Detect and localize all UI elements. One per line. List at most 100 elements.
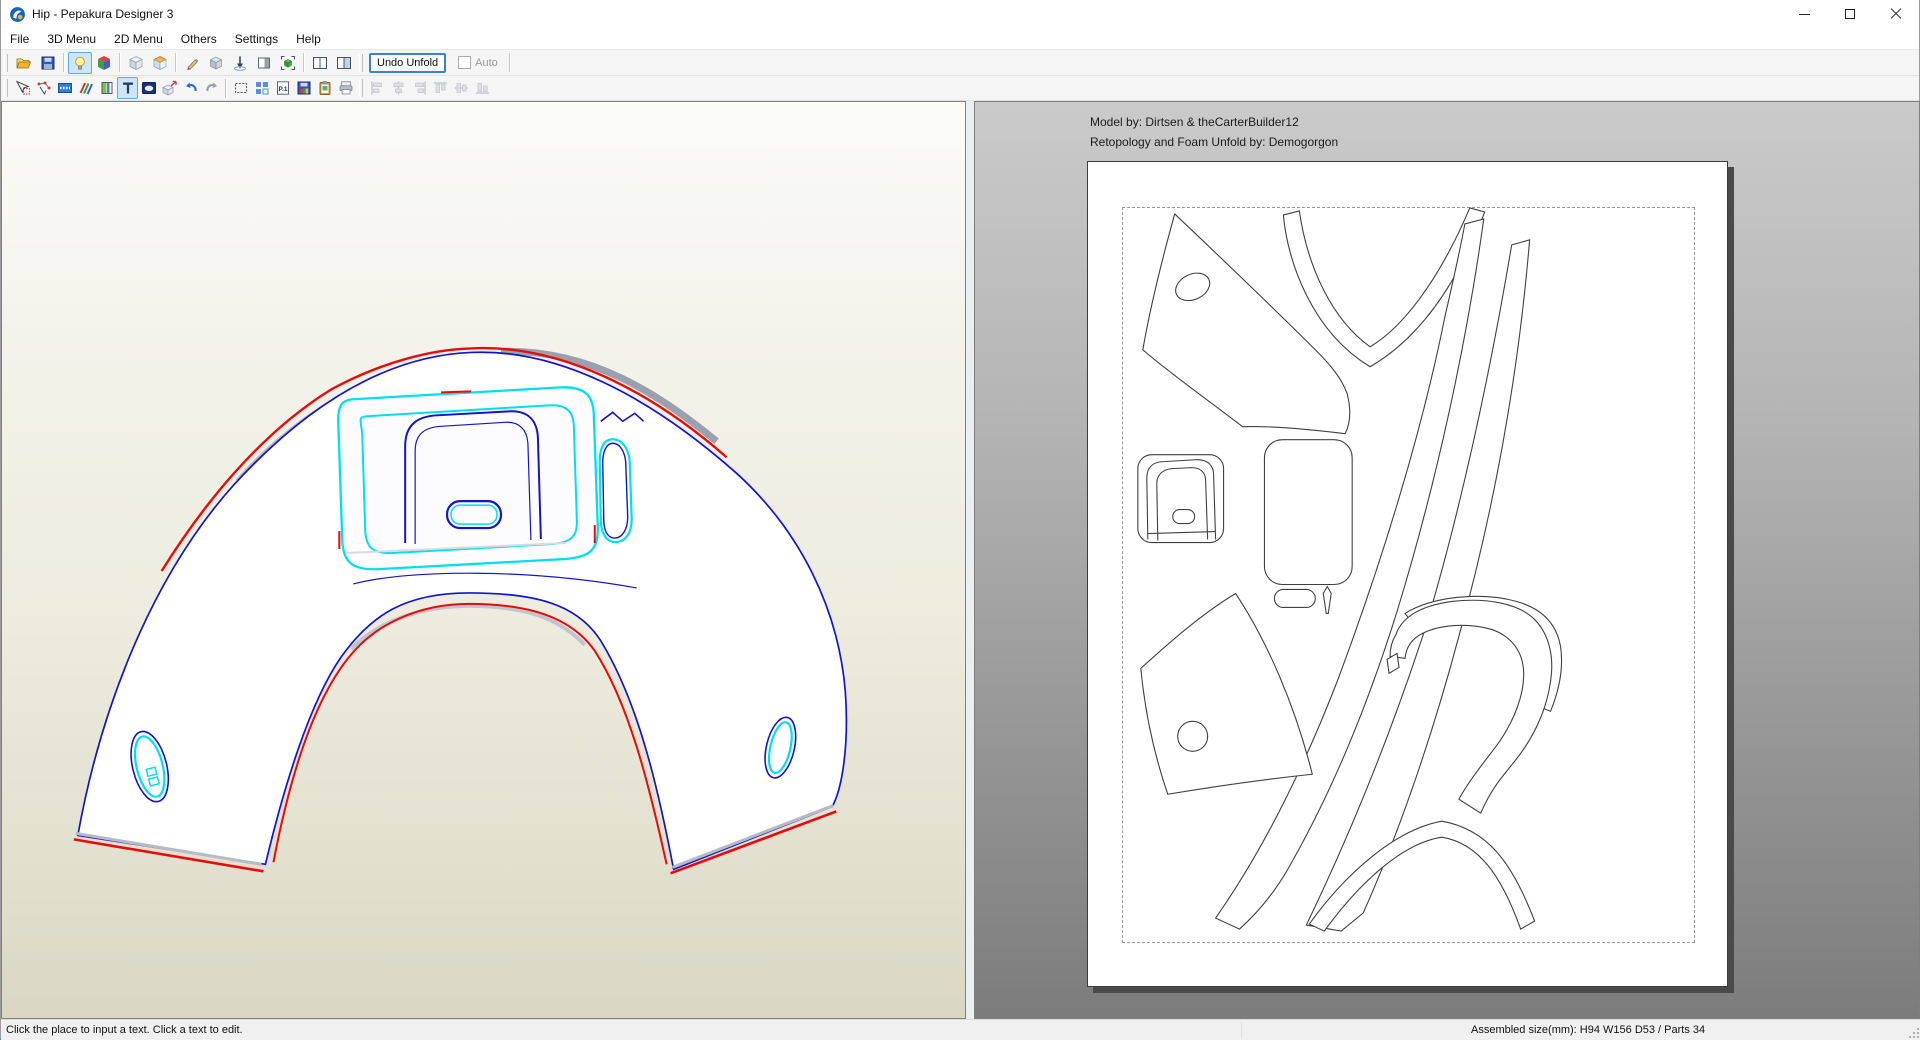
unfolded-pattern-pieces: [1137, 207, 1563, 932]
application-window: Hip - Pepakura Designer 3 File 3D Menu 2…: [0, 0, 1920, 1040]
status-divider: [1241, 1022, 1242, 1039]
close-button[interactable]: [1873, 0, 1919, 28]
marquee-rect-icon: [234, 82, 247, 94]
solid-box-icon: [209, 56, 223, 70]
marquee-select-button[interactable]: [230, 77, 251, 99]
menu-3d[interactable]: 3D Menu: [38, 29, 105, 49]
pencil-edit-button[interactable]: [180, 52, 204, 74]
text-T-icon: [122, 82, 133, 94]
separator: [175, 53, 177, 72]
text-tool-button[interactable]: [117, 77, 138, 99]
align-right-button[interactable]: [409, 77, 430, 99]
color-lines-button[interactable]: [75, 77, 96, 99]
page-number-button[interactable]: P.1: [272, 77, 293, 99]
side-panel-button[interactable]: [252, 52, 276, 74]
resize-grip[interactable]: [1906, 1025, 1919, 1038]
align-center-horizontal-button[interactable]: [388, 77, 409, 99]
pepakura-app-icon: [10, 6, 25, 22]
redo-curved-arrow-icon: [205, 82, 217, 92]
pin-vertex-button[interactable]: [228, 52, 252, 74]
pattern-piece: [1322, 585, 1332, 615]
align-top-button[interactable]: [430, 77, 451, 99]
toolbar-grip[interactable]: [4, 53, 8, 72]
status-bar: Click the place to input a text. Click a…: [1, 1019, 1920, 1040]
menu-bar: File 3D Menu 2D Menu Others Settings Hel…: [1, 28, 1919, 50]
copy-to-clipboard-button[interactable]: [314, 77, 335, 99]
floppy-disk-icon: [41, 56, 55, 69]
viewport-3d[interactable]: [1, 101, 966, 1019]
menu-file[interactable]: File: [1, 29, 38, 49]
edge-nodes-icon: [37, 81, 50, 95]
box-b-button[interactable]: [148, 52, 172, 74]
minimize-button[interactable]: [1781, 0, 1827, 28]
pattern-piece: [1305, 239, 1531, 932]
menu-help[interactable]: Help: [287, 29, 330, 49]
pattern-piece: [1273, 588, 1316, 609]
maximize-icon: [1845, 9, 1855, 19]
arrange-squares-icon: [255, 82, 268, 95]
align-top-icon: [434, 82, 447, 93]
svg-text:P.1: P.1: [278, 86, 287, 93]
contrast-panel-icon: [258, 57, 270, 68]
save-file-button[interactable]: [36, 52, 60, 74]
toolbar-grip[interactable]: [359, 79, 363, 97]
clipboard-icon: [319, 81, 330, 95]
align-center-horizontal-icon: [393, 81, 404, 95]
toolbar-grip[interactable]: [359, 53, 363, 72]
select-cube-icon: [280, 55, 296, 70]
annotation-unfold-by[interactable]: Retopology and Foam Unfold by: Demogorgo…: [1090, 135, 1338, 149]
menu-settings[interactable]: Settings: [226, 29, 287, 49]
menu-2d[interactable]: 2D Menu: [105, 29, 172, 49]
toolbar-2d-tools: P.1: [1, 76, 1919, 101]
folder-open-icon: [16, 58, 32, 68]
pane-splitter[interactable]: [966, 101, 974, 1019]
zipper-band-icon: [57, 83, 72, 93]
solid-box-button[interactable]: [204, 52, 228, 74]
select-solid-button[interactable]: [276, 52, 300, 74]
title-bar: Hip - Pepakura Designer 3: [1, 0, 1919, 28]
light-bulb-icon: [75, 56, 85, 70]
minimize-icon: [1798, 13, 1810, 15]
edge-select-button[interactable]: [33, 77, 54, 99]
redo-view-button[interactable]: [201, 77, 222, 99]
undo-view-button[interactable]: [180, 77, 201, 99]
cursor-select-icon: [15, 80, 30, 95]
undo-unfold-button[interactable]: Undo Unfold: [369, 52, 447, 73]
align-bottom-button[interactable]: [472, 77, 493, 99]
view-3d-only-button[interactable]: [308, 52, 332, 74]
arrange-parts-button[interactable]: [251, 77, 272, 99]
maximize-button[interactable]: [1827, 0, 1873, 28]
main-area: Model by: Dirtsen & theCarterBuilder12 R…: [1, 101, 1920, 1019]
separator: [303, 53, 305, 72]
material-panel-button[interactable]: [96, 77, 117, 99]
auto-checkbox[interactable]: [458, 56, 472, 69]
box-a-button[interactable]: [124, 52, 148, 74]
separator: [508, 53, 511, 72]
auto-checkbox-label: Auto: [475, 56, 498, 69]
align-left-button[interactable]: [367, 77, 388, 99]
move-part-button[interactable]: [159, 77, 180, 99]
image-tool-button[interactable]: [138, 77, 159, 99]
toolbar-main: Undo Unfold Auto: [1, 50, 1919, 76]
toolbar-grip[interactable]: [4, 79, 8, 97]
align-bottom-icon: [476, 83, 489, 94]
light-toggle-button[interactable]: [68, 51, 92, 74]
orange-box-icon: [153, 55, 167, 70]
pattern-page[interactable]: [1087, 161, 1728, 987]
menu-others[interactable]: Others: [172, 29, 226, 49]
annotation-model-by[interactable]: Model by: Dirtsen & theCarterBuilder12: [1090, 115, 1299, 129]
box-arrow-icon: [161, 80, 177, 96]
open-file-button[interactable]: [12, 52, 36, 74]
view-2d-only-button[interactable]: [332, 52, 356, 74]
viewport-2d[interactable]: Model by: Dirtsen & theCarterBuilder12 R…: [974, 101, 1920, 1019]
pattern-piece: [1140, 592, 1313, 795]
split-view-left-icon: [313, 56, 327, 69]
print-button[interactable]: [335, 77, 356, 99]
select-cursor-button[interactable]: [12, 77, 33, 99]
export-image-button[interactable]: [293, 77, 314, 99]
texture-cube-button[interactable]: [92, 52, 116, 74]
align-left-icon: [371, 81, 382, 95]
texture-band-button[interactable]: [54, 77, 75, 99]
align-middle-button[interactable]: [451, 77, 472, 99]
status-assembled-size: Assembled size(mm): H94 W156 D53 / Parts…: [1471, 1024, 1706, 1036]
